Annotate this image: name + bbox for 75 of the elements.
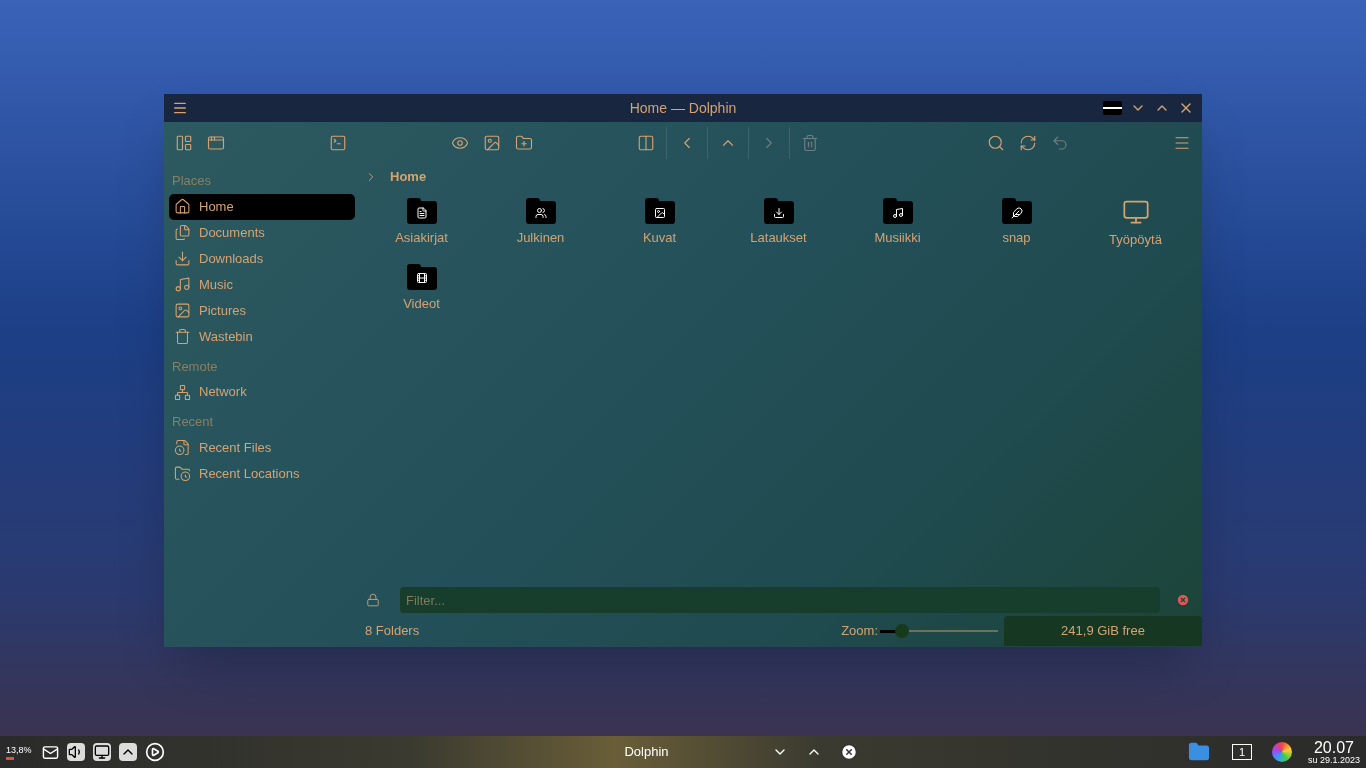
task-title[interactable]: Dolphin xyxy=(624,742,745,762)
folder-item[interactable]: Kuvat xyxy=(600,194,719,254)
panels-icon[interactable] xyxy=(175,134,193,152)
new-folder-icon[interactable] xyxy=(515,134,533,152)
sidebar-item[interactable]: Recent Files xyxy=(169,434,355,461)
picture-icon xyxy=(174,302,191,319)
music-note-folder-icon xyxy=(882,198,913,224)
picture-folder-icon xyxy=(644,198,675,224)
people-folder-icon xyxy=(525,198,556,224)
speaker-icon[interactable] xyxy=(67,743,85,761)
new-window-icon[interactable] xyxy=(207,134,225,152)
bird-folder-icon xyxy=(1001,198,1032,224)
sidebar-item[interactable]: Recent Locations xyxy=(169,460,355,487)
folder-count: 8 Folders xyxy=(365,622,420,641)
network-icon xyxy=(174,383,191,401)
breadcrumb-item[interactable]: Home xyxy=(390,167,427,187)
zoom-label: Zoom: xyxy=(841,622,878,641)
folder-item[interactable]: Musiikki xyxy=(838,194,957,254)
play-icon[interactable] xyxy=(145,742,165,762)
clock-time[interactable]: 20.07 xyxy=(1313,739,1354,756)
desktop-pager[interactable]: 1 xyxy=(1231,744,1252,760)
clock-date[interactable]: su 29.1.2023 xyxy=(1307,755,1360,765)
section-heading: Remote xyxy=(171,357,219,376)
folder-icon xyxy=(1103,101,1122,115)
menu-icon[interactable] xyxy=(1173,134,1191,152)
folder-item[interactable]: Julkinen xyxy=(481,194,600,254)
download-icon xyxy=(174,250,191,267)
film-folder-icon xyxy=(406,263,437,290)
search-icon[interactable] xyxy=(987,134,1005,152)
sidebar-item[interactable]: Music xyxy=(169,271,355,298)
music-note-icon xyxy=(174,276,191,293)
window-title: Home — Dolphin xyxy=(629,98,737,118)
lock-icon xyxy=(366,593,380,607)
trash-icon xyxy=(174,328,191,345)
mail-icon[interactable] xyxy=(42,743,59,761)
folder-clock-icon xyxy=(174,465,191,482)
cpu-usage-bar xyxy=(6,757,14,761)
eye-icon[interactable] xyxy=(451,134,469,152)
section-heading: Recent xyxy=(171,413,215,431)
sidebar-item[interactable]: Downloads xyxy=(169,245,355,272)
monitor-icon[interactable] xyxy=(93,743,111,761)
documents-icon xyxy=(174,224,191,241)
monitor-icon xyxy=(1121,198,1150,226)
sidebar-item[interactable]: Documents xyxy=(169,219,355,246)
document-folder-icon xyxy=(406,198,437,224)
file-clock-icon xyxy=(174,439,191,456)
color-wheel-icon[interactable] xyxy=(1271,742,1292,762)
free-space-panel: 241,9 GiB free xyxy=(1004,616,1202,646)
folder-item[interactable]: Työpöytä xyxy=(1076,194,1195,254)
cpu-usage-text: 13,8% xyxy=(6,743,33,757)
menu-button[interactable] xyxy=(172,100,188,116)
terminal-icon[interactable] xyxy=(329,134,347,152)
folder-item[interactable]: Asiakirjat xyxy=(362,194,481,254)
reload-icon[interactable] xyxy=(1019,134,1037,152)
close-icon[interactable] xyxy=(840,743,859,761)
zoom-slider-thumb[interactable] xyxy=(895,624,910,638)
house-icon xyxy=(174,198,191,215)
folder-item[interactable]: snap xyxy=(957,194,1076,254)
sidebar-item[interactable]: Home xyxy=(169,193,355,220)
sidebar-item[interactable]: Wastebin xyxy=(169,323,355,350)
chevron-up-icon[interactable] xyxy=(119,743,137,761)
sidebar-item[interactable]: Pictures xyxy=(169,297,355,324)
section-heading: Places xyxy=(171,172,213,190)
clear-icon[interactable] xyxy=(1176,593,1190,607)
sidebar-item[interactable]: Network xyxy=(169,379,355,405)
download-folder-icon xyxy=(763,198,794,224)
picture-icon[interactable] xyxy=(483,134,501,152)
folder-item[interactable]: Lataukset xyxy=(719,194,838,254)
filter-field[interactable]: Filter... xyxy=(400,587,1160,613)
folder-item[interactable]: Videot xyxy=(362,259,481,317)
zoom-slider[interactable] xyxy=(880,624,998,638)
folder-icon[interactable] xyxy=(1187,741,1210,763)
undo-icon[interactable] xyxy=(1051,134,1069,152)
trash-icon[interactable] xyxy=(801,134,819,152)
split-view-icon[interactable] xyxy=(637,134,655,152)
